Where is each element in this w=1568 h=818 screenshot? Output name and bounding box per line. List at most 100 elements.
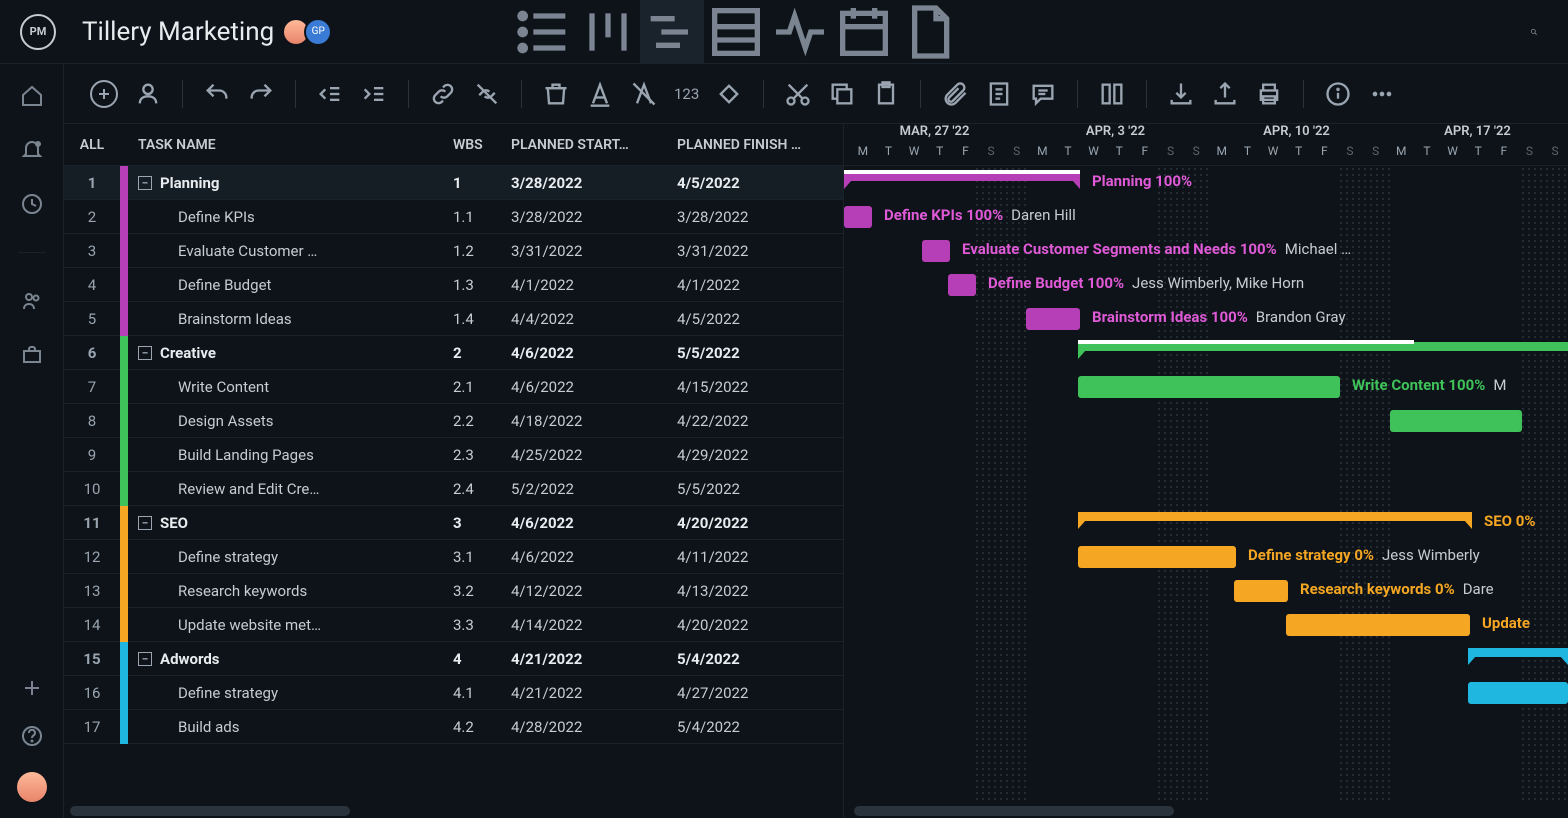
wbs-cell: 1.4 — [453, 310, 511, 328]
user-avatar[interactable] — [17, 772, 47, 802]
assign-icon[interactable] — [134, 80, 162, 108]
task-row[interactable]: 10 Review and Edit Cre… 2.4 5/2/2022 5/5… — [64, 472, 843, 506]
add-task-button[interactable] — [90, 80, 118, 108]
home-icon[interactable] — [20, 84, 44, 108]
col-wbs[interactable]: WBS — [453, 137, 511, 153]
gantt-bar[interactable] — [1078, 376, 1340, 398]
gantt-label: Research keywords 0%Dare — [1300, 580, 1494, 598]
col-all[interactable]: ALL — [64, 137, 120, 153]
gantt-bar[interactable] — [844, 172, 1080, 181]
help-icon[interactable] — [20, 724, 44, 748]
task-row[interactable]: 13 Research keywords 3.2 4/12/2022 4/13/… — [64, 574, 843, 608]
day-label: T — [1465, 144, 1491, 166]
task-row[interactable]: 4 Define Budget 1.3 4/1/2022 4/1/2022 — [64, 268, 843, 302]
clear-format-icon[interactable] — [630, 80, 658, 108]
collapse-icon[interactable]: − — [138, 516, 152, 530]
team-icon[interactable] — [20, 289, 44, 313]
gantt-bar[interactable] — [922, 240, 950, 262]
avatar[interactable]: GP — [304, 18, 332, 46]
outdent-icon[interactable] — [316, 80, 344, 108]
view-gantt-icon[interactable] — [640, 0, 704, 64]
row-number: 8 — [64, 412, 120, 430]
indent-icon[interactable] — [360, 80, 388, 108]
col-name[interactable]: TASK NAME — [128, 137, 453, 153]
task-name: −Adwords — [128, 650, 453, 668]
task-row[interactable]: 2 Define KPIs 1.1 3/28/2022 3/28/2022 — [64, 200, 843, 234]
col-planned-start[interactable]: PLANNED START… — [511, 137, 677, 153]
gantt-bar[interactable] — [1078, 342, 1568, 351]
col-planned-finish[interactable]: PLANNED FINISH … — [677, 137, 843, 153]
more-icon[interactable] — [1368, 80, 1396, 108]
task-row[interactable]: 8 Design Assets 2.2 4/18/2022 4/22/2022 — [64, 404, 843, 438]
link-icon[interactable] — [429, 80, 457, 108]
attachment-icon[interactable] — [941, 80, 969, 108]
gantt-bar[interactable] — [1468, 648, 1568, 657]
gantt-bar[interactable] — [1390, 410, 1522, 432]
paste-icon[interactable] — [872, 80, 900, 108]
app-logo[interactable]: PM — [20, 14, 56, 50]
clock-icon[interactable] — [20, 192, 44, 216]
task-row[interactable]: 6 −Creative 2 4/6/2022 5/5/2022 — [64, 336, 843, 370]
task-row[interactable]: 5 Brainstorm Ideas 1.4 4/4/2022 4/5/2022 — [64, 302, 843, 336]
comment-icon[interactable] — [1029, 80, 1057, 108]
task-row[interactable]: 17 Build ads 4.2 4/28/2022 5/4/2022 — [64, 710, 843, 744]
undo-icon[interactable] — [203, 80, 231, 108]
copy-icon[interactable] — [828, 80, 856, 108]
view-file-icon[interactable] — [896, 0, 960, 64]
grid-scrollbar[interactable] — [64, 804, 843, 818]
gantt-bar[interactable] — [948, 274, 976, 296]
task-row[interactable]: 12 Define strategy 3.1 4/6/2022 4/11/202… — [64, 540, 843, 574]
task-row[interactable]: 9 Build Landing Pages 2.3 4/25/2022 4/29… — [64, 438, 843, 472]
row-color-bar — [120, 438, 128, 472]
notes-icon[interactable] — [985, 80, 1013, 108]
task-row[interactable]: 7 Write Content 2.1 4/6/2022 4/15/2022 — [64, 370, 843, 404]
task-row[interactable]: 3 Evaluate Customer … 1.2 3/31/2022 3/31… — [64, 234, 843, 268]
task-row[interactable]: 1 −Planning 1 3/28/2022 4/5/2022 — [64, 166, 843, 200]
task-row[interactable]: 14 Update website met… 3.3 4/14/2022 4/2… — [64, 608, 843, 642]
export-icon[interactable] — [1211, 80, 1239, 108]
collapse-icon[interactable]: − — [138, 652, 152, 666]
unlink-icon[interactable] — [473, 80, 501, 108]
columns-icon[interactable] — [1098, 80, 1126, 108]
task-row[interactable]: 15 −Adwords 4 4/21/2022 5/4/2022 — [64, 642, 843, 676]
info-icon[interactable] — [1324, 80, 1352, 108]
gantt-bar[interactable] — [844, 206, 872, 228]
gantt-bar[interactable] — [1468, 682, 1568, 704]
gantt-bar[interactable] — [1234, 580, 1288, 602]
gantt-bar[interactable] — [1078, 512, 1472, 521]
cut-icon[interactable] — [784, 80, 812, 108]
gantt-bar[interactable] — [1286, 614, 1470, 636]
view-list-icon[interactable] — [512, 0, 576, 64]
gantt-label: Define strategy 0%Jess Wimberly — [1248, 546, 1480, 564]
gantt-scrollbar[interactable] — [844, 804, 1568, 818]
view-sheet-icon[interactable] — [704, 0, 768, 64]
search-icon[interactable] — [1520, 18, 1548, 46]
planned-finish-cell: 5/4/2022 — [677, 718, 843, 736]
gantt-bar[interactable] — [1026, 308, 1080, 330]
view-activity-icon[interactable] — [768, 0, 832, 64]
diamond-icon[interactable] — [715, 80, 743, 108]
row-number: 10 — [64, 480, 120, 498]
redo-icon[interactable] — [247, 80, 275, 108]
collapse-icon[interactable]: − — [138, 176, 152, 190]
briefcase-icon[interactable] — [20, 343, 44, 367]
view-calendar-icon[interactable] — [832, 0, 896, 64]
member-avatars[interactable]: GP — [288, 18, 332, 46]
import-icon[interactable] — [1167, 80, 1195, 108]
task-name: Evaluate Customer … — [128, 242, 453, 260]
task-row[interactable]: 11 −SEO 3 4/6/2022 4/20/2022 — [64, 506, 843, 540]
grid-header: ALL TASK NAME WBS PLANNED START… PLANNED… — [64, 124, 843, 166]
task-row[interactable]: 16 Define strategy 4.1 4/21/2022 4/27/20… — [64, 676, 843, 710]
print-icon[interactable] — [1255, 80, 1283, 108]
collapse-icon[interactable]: − — [138, 346, 152, 360]
toolbar-number[interactable]: 123 — [674, 85, 699, 103]
row-number: 9 — [64, 446, 120, 464]
day-label: T — [876, 144, 902, 166]
view-board-icon[interactable] — [576, 0, 640, 64]
week-label: MAR, 27 '22 — [844, 124, 1025, 144]
add-icon[interactable] — [20, 676, 44, 700]
text-style-icon[interactable] — [586, 80, 614, 108]
delete-icon[interactable] — [542, 80, 570, 108]
bell-icon[interactable] — [20, 138, 44, 162]
gantt-bar[interactable] — [1078, 546, 1236, 568]
